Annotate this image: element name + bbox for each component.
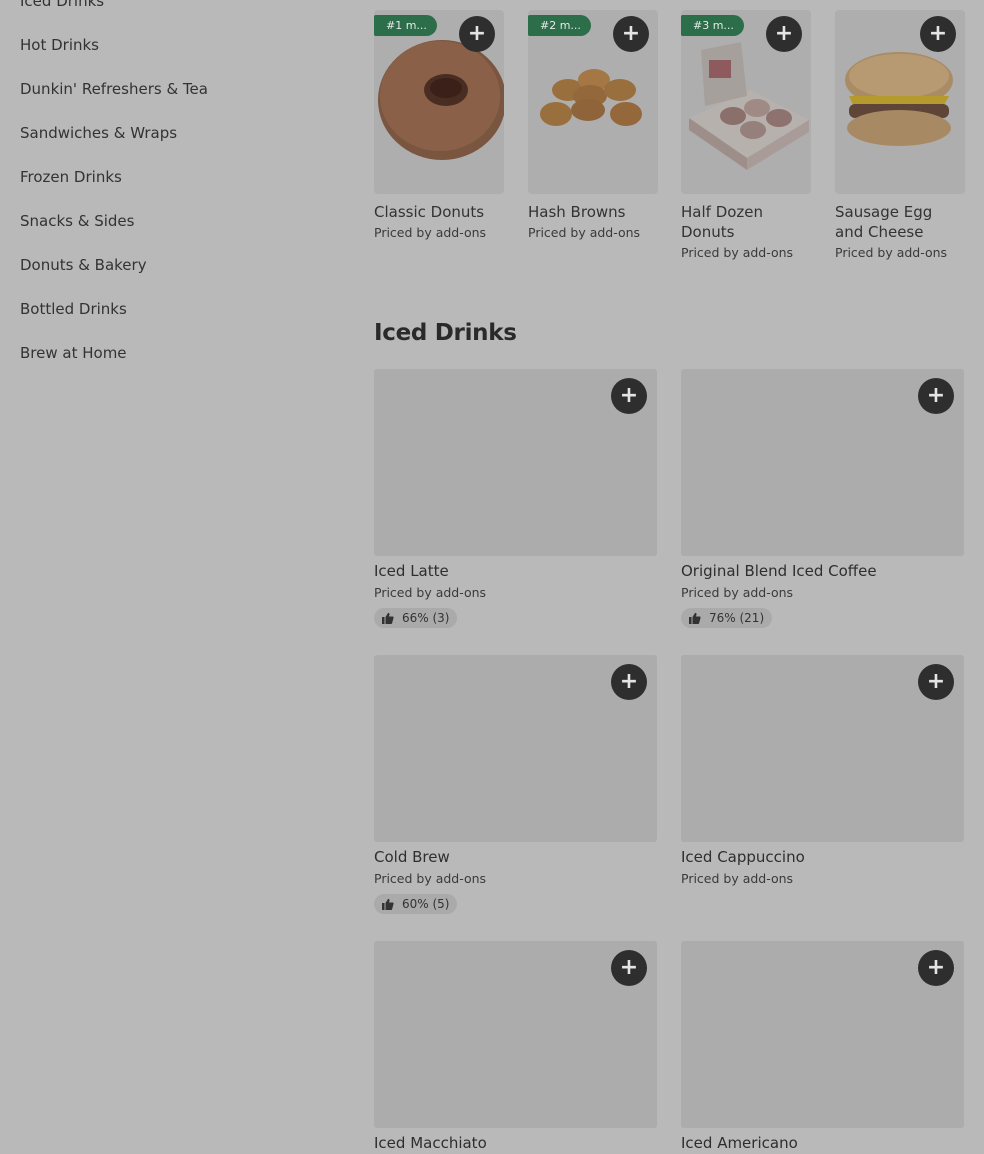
- menu-item-card[interactable]: + Iced Cappuccino Priced by add-ons: [681, 655, 964, 886]
- popular-item-card[interactable]: #3 m... + Half Dozen Donuts Priced by ad…: [681, 10, 811, 260]
- add-to-cart-button[interactable]: +: [459, 16, 495, 52]
- item-name: Iced Macchiato: [374, 1134, 487, 1152]
- rating-badge: 60% (5): [374, 894, 458, 914]
- add-to-cart-button[interactable]: +: [611, 664, 647, 700]
- item-image-placeholder: +: [681, 369, 964, 556]
- item-name: Original Blend Iced Coffee: [681, 562, 877, 580]
- menu-item-card[interactable]: + Cold Brew Priced by add-ons 60% (5): [374, 655, 657, 914]
- item-name: Classic Donuts: [374, 203, 485, 221]
- item-price: Priced by add-ons: [681, 245, 794, 260]
- item-name: Hash Browns: [528, 203, 626, 221]
- menu-item-card[interactable]: + Iced Latte Priced by add-ons 66% (3): [374, 369, 657, 628]
- category-sidebar: Iced Drinks Hot Drinks Dunkin' Refresher…: [20, 0, 320, 386]
- add-to-cart-button[interactable]: +: [766, 16, 802, 52]
- thumbs-up-icon: [382, 898, 394, 910]
- sidebar-item-sandwiches-wraps[interactable]: Sandwiches & Wraps: [20, 122, 320, 166]
- add-to-cart-button[interactable]: +: [918, 378, 954, 414]
- item-price: Priced by add-ons: [374, 871, 487, 886]
- add-to-cart-button[interactable]: +: [613, 16, 649, 52]
- sidebar-item-refreshers-tea[interactable]: Dunkin' Refreshers & Tea: [20, 78, 320, 122]
- item-image-placeholder: +: [681, 941, 964, 1128]
- popularity-badge: #3 m...: [681, 15, 744, 36]
- item-price: Priced by add-ons: [374, 585, 487, 600]
- sidebar-item-bottled-drinks[interactable]: Bottled Drinks: [20, 298, 320, 342]
- item-price: Priced by add-ons: [528, 225, 641, 240]
- item-name: Sausage Egg and Cheese: [835, 203, 933, 241]
- section-title: Iced Drinks: [374, 320, 517, 346]
- popular-item-card[interactable]: #2 m... + Hash Browns Priced by add-ons: [528, 10, 658, 240]
- sidebar-item-brew-at-home[interactable]: Brew at Home: [20, 342, 320, 386]
- item-name: Iced Cappuccino: [681, 848, 805, 866]
- item-price: Priced by add-ons: [835, 245, 948, 260]
- item-image: #1 m... +: [374, 10, 504, 194]
- rating-badge: 66% (3): [374, 608, 458, 628]
- add-to-cart-button[interactable]: +: [920, 16, 956, 52]
- item-name: Cold Brew: [374, 848, 450, 866]
- rating-text: 76% (21): [709, 611, 765, 625]
- item-image-placeholder: +: [374, 369, 657, 556]
- item-image-placeholder: +: [681, 655, 964, 842]
- item-image: #2 m... +: [528, 10, 658, 194]
- rating-text: 66% (3): [402, 611, 450, 625]
- thumbs-up-icon: [382, 612, 394, 624]
- item-name: Half Dozen Donuts: [681, 203, 764, 241]
- popular-item-card[interactable]: + Sausage Egg and Cheese Priced by add-o…: [835, 10, 965, 260]
- item-price: Priced by add-ons: [681, 585, 794, 600]
- menu-item-card[interactable]: + Original Blend Iced Coffee Priced by a…: [681, 369, 964, 628]
- item-price: Priced by add-ons: [374, 225, 487, 240]
- popular-item-card[interactable]: #1 m... + Classic Donuts Priced by add-o…: [374, 10, 504, 240]
- rating-badge: 76% (21): [681, 608, 773, 628]
- add-to-cart-button[interactable]: +: [918, 950, 954, 986]
- item-image-placeholder: +: [374, 941, 657, 1128]
- item-image: +: [835, 10, 965, 194]
- sidebar-item-frozen-drinks[interactable]: Frozen Drinks: [20, 166, 320, 210]
- item-price: Priced by add-ons: [681, 871, 794, 886]
- sidebar-item-hot-drinks[interactable]: Hot Drinks: [20, 34, 320, 78]
- item-image-placeholder: +: [374, 655, 657, 842]
- add-to-cart-button[interactable]: +: [611, 378, 647, 414]
- menu-page: Iced Drinks Hot Drinks Dunkin' Refresher…: [0, 0, 984, 1154]
- rating-text: 60% (5): [402, 897, 450, 911]
- sidebar-item-donuts-bakery[interactable]: Donuts & Bakery: [20, 254, 320, 298]
- sidebar-item-iced-drinks[interactable]: Iced Drinks: [20, 0, 320, 34]
- item-name: Iced Latte: [374, 562, 449, 580]
- menu-item-card[interactable]: + Iced Americano: [681, 941, 964, 1153]
- add-to-cart-button[interactable]: +: [611, 950, 647, 986]
- popularity-badge: #2 m...: [528, 15, 591, 36]
- thumbs-up-icon: [689, 612, 701, 624]
- item-image: #3 m... +: [681, 10, 811, 194]
- menu-item-card[interactable]: + Iced Macchiato: [374, 941, 657, 1153]
- sidebar-item-snacks-sides[interactable]: Snacks & Sides: [20, 210, 320, 254]
- popularity-badge: #1 m...: [374, 15, 437, 36]
- add-to-cart-button[interactable]: +: [918, 664, 954, 700]
- item-name: Iced Americano: [681, 1134, 798, 1152]
